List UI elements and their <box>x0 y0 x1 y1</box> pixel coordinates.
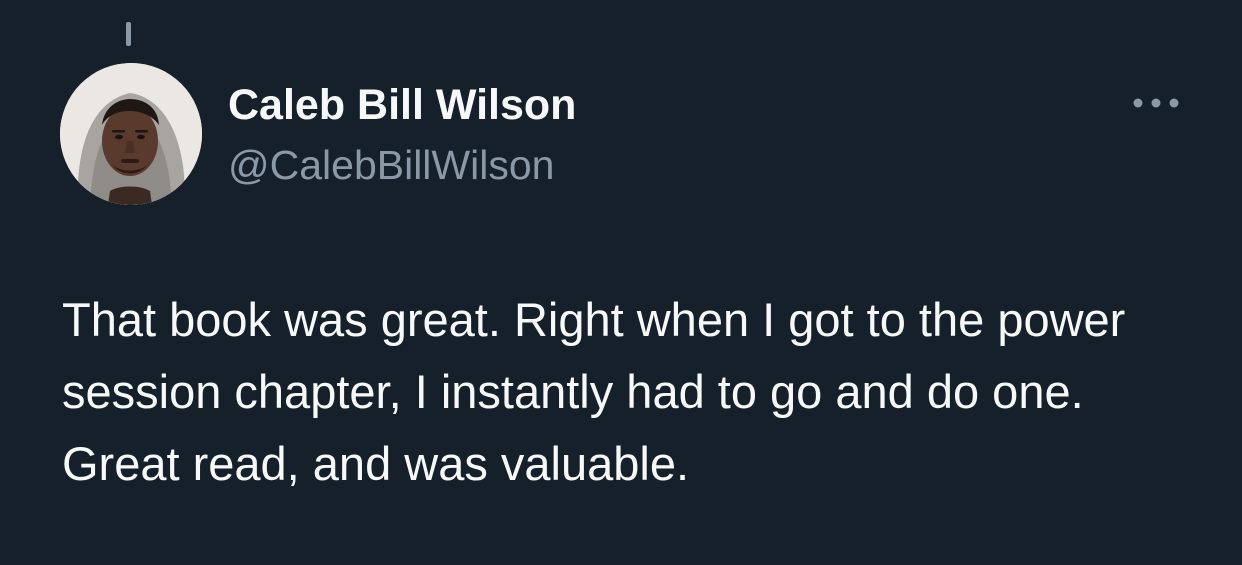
more-horizontal-icon <box>1133 98 1179 108</box>
thread-connector-line <box>126 22 131 46</box>
author-display-name[interactable]: Caleb Bill Wilson <box>228 80 576 130</box>
author-handle[interactable]: @CalebBillWilson <box>228 140 554 190</box>
avatar-photo <box>60 63 202 205</box>
more-options-button[interactable] <box>1124 88 1188 118</box>
avatar[interactable] <box>60 63 202 205</box>
tweet-text: That book was great. Right when I got to… <box>62 293 1126 490</box>
